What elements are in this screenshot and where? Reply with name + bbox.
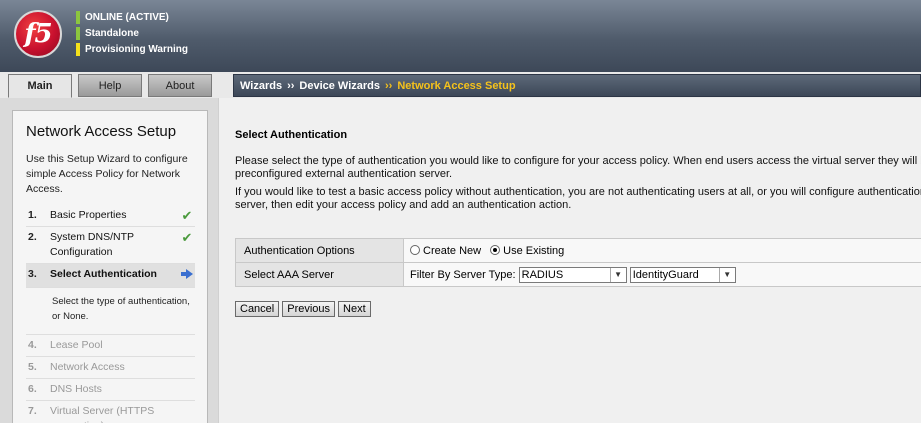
status-standalone-text: Standalone xyxy=(85,27,139,39)
breadcrumb-separator: ›› xyxy=(385,79,393,92)
next-button[interactable]: Next xyxy=(338,301,371,317)
filter-label: Filter By Server Type: xyxy=(410,268,516,281)
status-indicator-icon xyxy=(76,10,80,24)
step-number: 1. xyxy=(28,209,37,221)
status-standalone[interactable]: Standalone xyxy=(76,25,188,41)
step-label: Lease Pool xyxy=(50,339,103,351)
instructions-line: preconfigured external authentication se… xyxy=(235,168,453,180)
step-label: System DNS/NTP Configuration xyxy=(50,231,134,258)
auth-options-label: Authentication Options xyxy=(235,238,404,263)
step-number: 6. xyxy=(28,383,37,395)
logo-text: f5 xyxy=(24,19,52,49)
step-select-authentication[interactable]: 3. Select Authentication xyxy=(26,264,195,288)
status-online[interactable]: ONLINE (ACTIVE) xyxy=(76,9,188,25)
step-basic-properties[interactable]: 1. Basic Properties ✔ xyxy=(26,205,195,227)
step-number: 7. xyxy=(28,405,37,417)
status-provisioning-warning[interactable]: Provisioning Warning xyxy=(76,41,188,57)
tab-main[interactable]: Main xyxy=(8,74,72,98)
use-existing-radio[interactable] xyxy=(490,244,501,255)
wizard-steps: 1. Basic Properties ✔ 2. System DNS/NTP … xyxy=(26,205,195,423)
server-type-value: RADIUS xyxy=(521,268,564,281)
current-step-arrow-icon xyxy=(179,267,195,284)
instructions-line: Please select the type of authentication… xyxy=(235,155,921,167)
checkmark-icon: ✔ xyxy=(181,230,193,245)
breadcrumb: Wizards ›› Device Wizards ›› Network Acc… xyxy=(233,74,921,97)
step-label: Select Authentication xyxy=(50,268,157,280)
aaa-server-selected-value: IdentityGuard xyxy=(632,268,699,281)
step-network-access: 5. Network Access xyxy=(26,357,195,379)
main-content: Select Authentication Please select the … xyxy=(218,98,921,423)
step-label: DNS Hosts xyxy=(50,383,102,395)
step-system-dns-ntp[interactable]: 2. System DNS/NTP Configuration ✔ xyxy=(26,227,195,264)
create-new-radio[interactable] xyxy=(410,244,420,255)
instructions-paragraph-1: Please select the type of authentication… xyxy=(235,155,921,181)
wizard-buttons: Cancel Previous Next xyxy=(235,301,371,317)
step-number: 5. xyxy=(28,361,37,373)
chevron-down-icon[interactable]: ▼ xyxy=(718,267,735,282)
authentication-form: Authentication Options Create New Use Ex… xyxy=(235,238,921,287)
sidebar-title: Network Access Setup xyxy=(26,123,177,140)
top-tabs: Main Help About xyxy=(8,74,212,98)
step-label: Network Access xyxy=(50,361,125,373)
step-number: 2. xyxy=(28,231,37,243)
step-label: Virtual Server (HTTPS connection) xyxy=(50,405,155,423)
aaa-server-label: Select AAA Server xyxy=(235,262,404,287)
tab-help[interactable]: Help xyxy=(78,74,142,97)
create-new-label[interactable]: Create New xyxy=(423,245,481,257)
aaa-server-value: Filter By Server Type: RADIUS ▼ Identity… xyxy=(403,262,921,287)
system-status: ONLINE (ACTIVE) Standalone Provisioning … xyxy=(76,9,188,57)
previous-button[interactable]: Previous xyxy=(282,301,336,317)
sidebar-description: Use this Setup Wizard to configure simpl… xyxy=(26,153,188,195)
f5-logo[interactable]: f5 xyxy=(14,10,62,58)
step-virtual-server: 7. Virtual Server (HTTPS connection) xyxy=(26,401,195,423)
breadcrumb-current: Network Access Setup xyxy=(397,79,516,92)
header-banner: f5 ONLINE (ACTIVE) Standalone Provisioni… xyxy=(0,0,921,72)
step-number: 3. xyxy=(28,268,37,280)
chevron-down-icon[interactable]: ▼ xyxy=(609,267,626,282)
status-warning-icon xyxy=(76,42,80,56)
breadcrumb-separator: ›› xyxy=(287,79,295,92)
instructions-line: If you would like to test a basic access… xyxy=(235,186,921,198)
form-row-auth-options: Authentication Options Create New Use Ex… xyxy=(235,238,921,263)
checkmark-icon: ✔ xyxy=(181,208,193,223)
cancel-button[interactable]: Cancel xyxy=(235,301,280,317)
step-label: Basic Properties xyxy=(50,209,127,221)
status-provisioning-text: Provisioning Warning xyxy=(85,43,188,55)
auth-options-value: Create New Use Existing xyxy=(403,238,921,263)
sidebar-container: Network Access Setup Use this Setup Wiza… xyxy=(0,98,218,423)
step-detail: Select the type of authentication, or No… xyxy=(26,288,195,335)
step-dns-hosts: 6. DNS Hosts xyxy=(26,379,195,401)
use-existing-label[interactable]: Use Existing xyxy=(503,245,564,257)
breadcrumb-device-wizards[interactable]: Device Wizards xyxy=(299,80,380,92)
status-online-text: ONLINE (ACTIVE) xyxy=(85,11,169,23)
instructions-line: server, then edit your access policy and… xyxy=(235,199,572,211)
section-title: Select Authentication xyxy=(235,129,348,141)
aaa-server-select[interactable]: IdentityGuard ▼ xyxy=(629,266,736,283)
breadcrumb-wizards[interactable]: Wizards xyxy=(240,80,282,92)
tab-about[interactable]: About xyxy=(148,74,212,97)
form-row-aaa-server: Select AAA Server Filter By Server Type:… xyxy=(235,262,921,287)
status-indicator-icon xyxy=(76,26,80,40)
instructions-paragraph-2: If you would like to test a basic access… xyxy=(235,186,921,212)
wizard-sidebar: Network Access Setup Use this Setup Wiza… xyxy=(12,110,208,423)
server-type-select[interactable]: RADIUS ▼ xyxy=(518,266,627,283)
step-number: 4. xyxy=(28,339,37,351)
step-lease-pool: 4. Lease Pool xyxy=(26,335,195,357)
